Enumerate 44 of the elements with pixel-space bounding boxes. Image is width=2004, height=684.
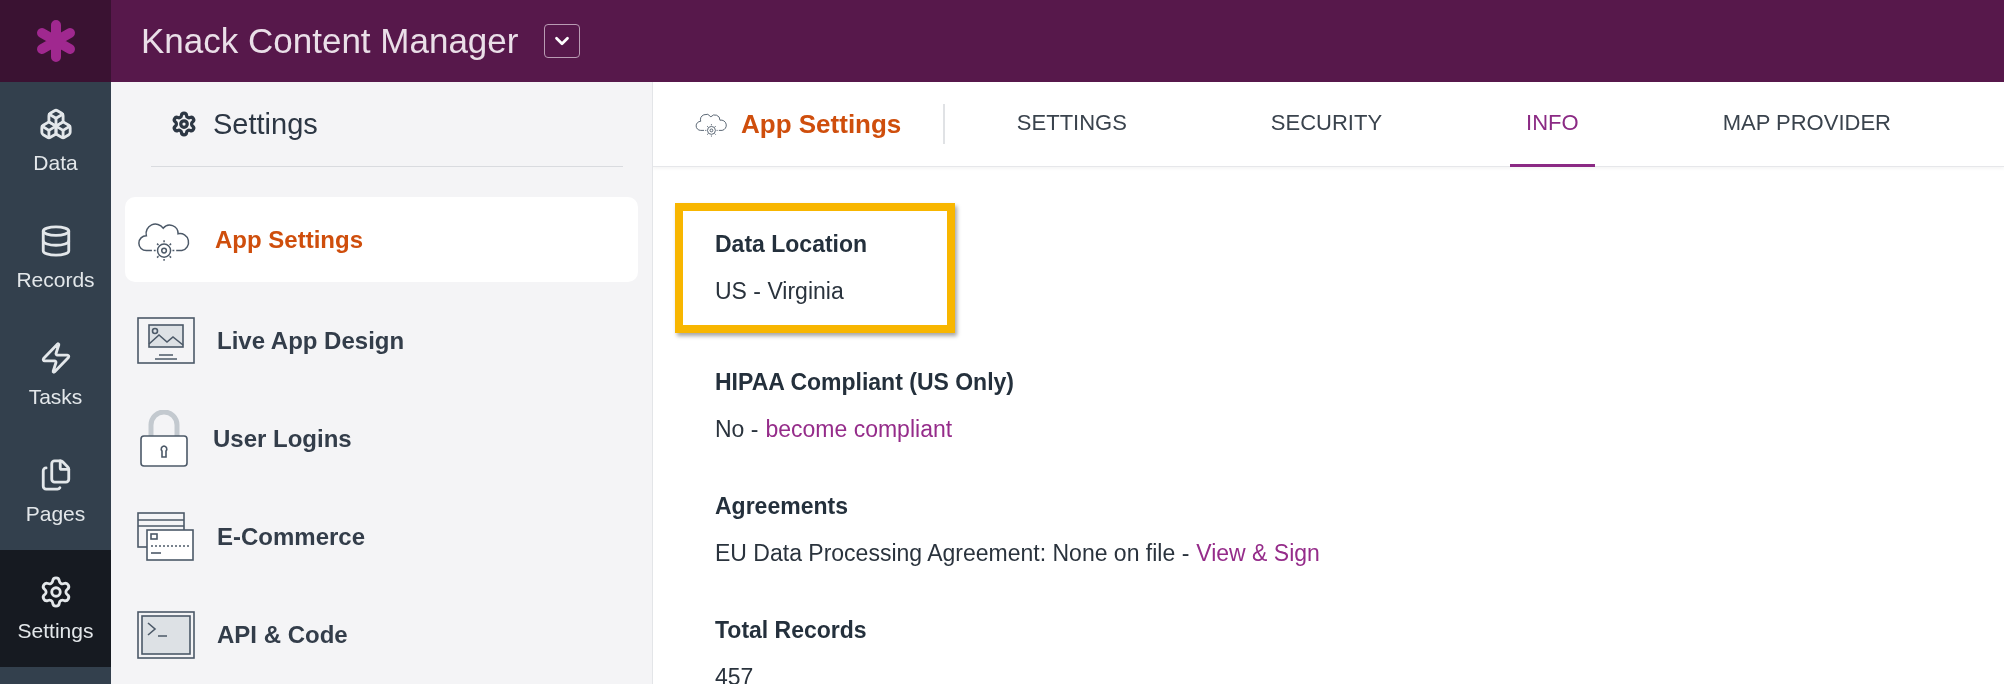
nav-rail-item[interactable]: Pages: [0, 433, 111, 550]
info-link[interactable]: become compliant: [765, 416, 953, 443]
info-heading: Total Records: [715, 617, 867, 644]
panel-title: Settings: [213, 107, 318, 141]
nav-rail-item[interactable]: Records: [0, 199, 111, 316]
settings-menu-item[interactable]: E-Commerce: [125, 487, 638, 586]
cloud-gear-icon: [695, 110, 729, 138]
app-title: Knack Content Manager: [141, 21, 519, 61]
settings-menu-item[interactable]: Live App Design: [125, 291, 638, 390]
info-value: US - Virginia: [715, 278, 844, 305]
nav-rail-item[interactable]: Data: [0, 82, 111, 199]
settings-menu-item[interactable]: API & Code: [125, 585, 638, 684]
nav-rail-item[interactable]: Tasks: [0, 316, 111, 433]
padlock-icon: [137, 409, 191, 468]
menu-item-label: E-Commerce: [217, 522, 366, 551]
menu-item-label: App Settings: [215, 225, 363, 254]
terminal-icon: [137, 610, 195, 659]
info-heading: Data Location: [715, 231, 868, 258]
cubes-icon: [38, 106, 73, 141]
info-heading: Agreements: [715, 493, 849, 520]
credit-cards-icon: [137, 511, 195, 562]
nav-rail-item[interactable]: Settings: [0, 550, 111, 667]
settings-menu-item[interactable]: App Settings: [125, 197, 638, 282]
page-title: App Settings: [741, 108, 902, 140]
menu-item-label: User Logins: [213, 424, 352, 453]
tab[interactable]: SECURITY: [1254, 82, 1399, 167]
menu-item-label: API & Code: [217, 620, 348, 649]
nav-rail-label: Pages: [25, 501, 86, 526]
nav-rail-label: Data: [33, 150, 78, 175]
info-value: No -: [715, 416, 759, 443]
info-heading: HIPAA Compliant (US Only): [715, 369, 1014, 396]
nav-rail-label: Settings: [17, 618, 94, 643]
settings-icon: [171, 111, 197, 138]
nav-rail-label: Records: [16, 267, 95, 292]
settings-menu-item[interactable]: User Logins: [125, 389, 638, 488]
menu-item-label: Live App Design: [217, 326, 405, 355]
image-monitor-icon: [137, 316, 195, 365]
tab[interactable]: MAP PROVIDER: [1706, 82, 1907, 167]
tab[interactable]: INFO: [1510, 82, 1595, 167]
tab[interactable]: SETTINGS: [1000, 82, 1143, 167]
info-value: EU Data Processing Agreement: None on file -: [715, 540, 1190, 567]
app-dropdown-button[interactable]: [544, 24, 581, 58]
nav-rail-label: Tasks: [28, 384, 83, 409]
info-link[interactable]: View & Sign: [1196, 540, 1320, 567]
